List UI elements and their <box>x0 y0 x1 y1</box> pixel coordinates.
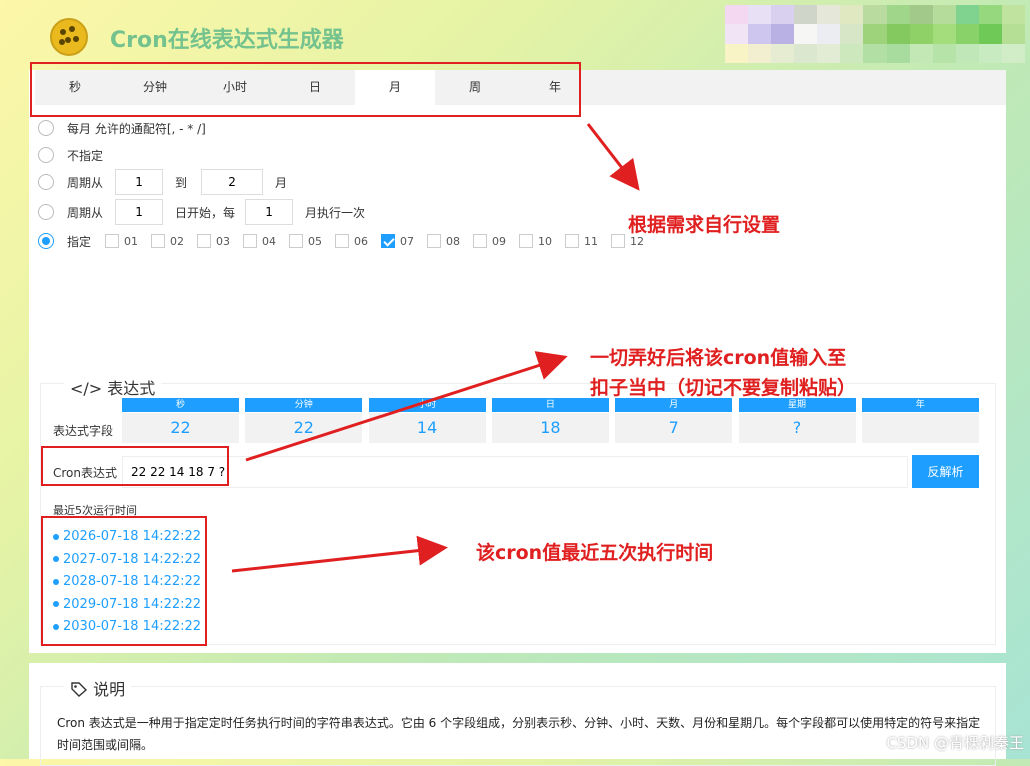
arrow-settings <box>586 123 640 191</box>
watermark: CSDN @青棵剁秦王 <box>886 734 1024 752</box>
arrow-runs <box>231 535 448 573</box>
annotation-arrows <box>231 123 640 573</box>
arrow-cron <box>245 351 568 462</box>
annotation-input-line2: 扣子当中（切记不要复制粘贴） <box>590 377 857 399</box>
annotation-input-line1: 一切弄好后将该cron值输入至 <box>590 347 847 369</box>
annotation-settings: 根据需求自行设置 <box>628 214 781 236</box>
annotation-runs: 该cron值最近五次执行时间 <box>476 542 714 564</box>
